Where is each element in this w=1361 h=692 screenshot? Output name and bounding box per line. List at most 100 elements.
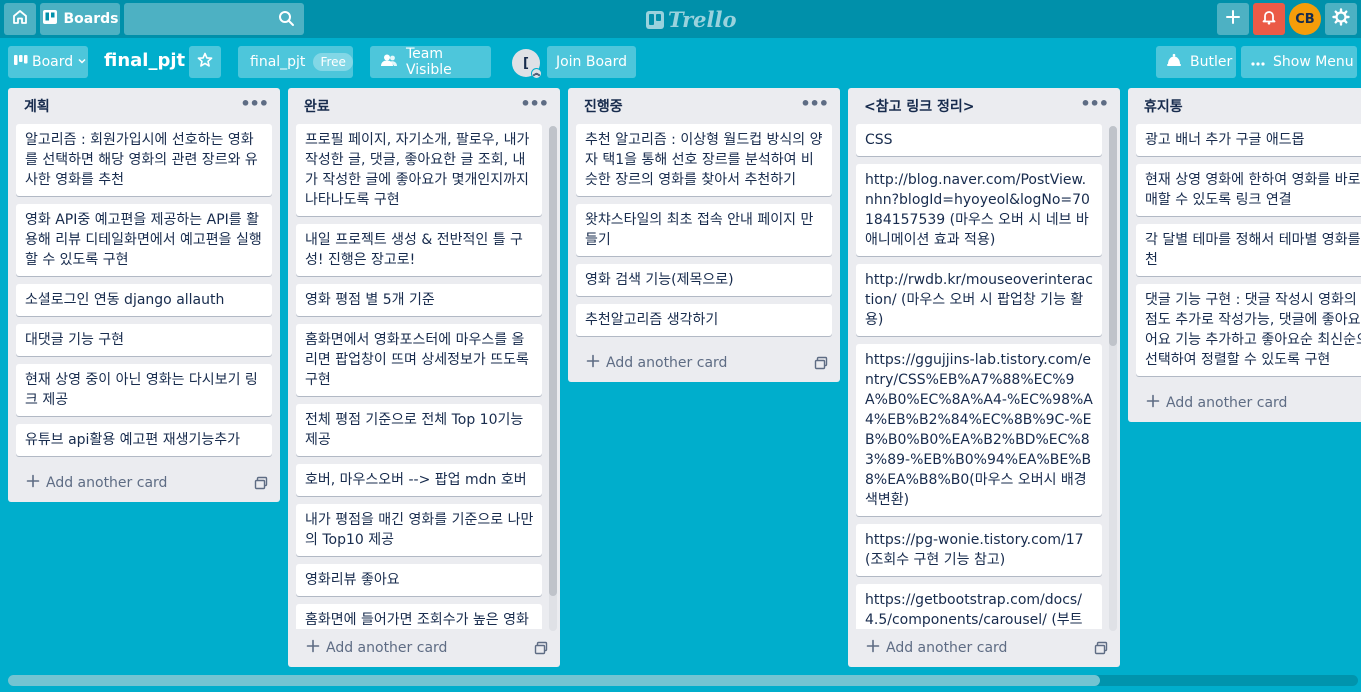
- list-header[interactable]: 진행중 •••: [568, 88, 840, 124]
- board-scrollbar[interactable]: [8, 675, 1358, 686]
- visibility-label: Team Visible: [406, 46, 452, 78]
- list-in-progress: 진행중 ••• 추천 알고리즘 : 이상형 월드컵 방식의 양자 택1을 통해 …: [568, 88, 840, 382]
- card[interactable]: CSS: [856, 124, 1102, 156]
- star-board-button[interactable]: [189, 46, 221, 78]
- butler-label: Butler: [1190, 54, 1233, 70]
- board-switcher-button[interactable]: Board: [8, 46, 88, 78]
- card[interactable]: 영화 API중 예고편을 제공하는 API를 활용해 리뷰 디테일화면에서 예고…: [16, 204, 272, 276]
- board-switcher-label: Board: [32, 54, 74, 70]
- plus-icon: [586, 354, 600, 372]
- team-button[interactable]: final_pjt Free: [238, 46, 353, 78]
- list-scrollbar-thumb[interactable]: [1109, 126, 1117, 346]
- team-visible-icon: [380, 53, 398, 71]
- card[interactable]: https://getbootstrap.com/docs/4.5/compon…: [856, 584, 1102, 629]
- team-label: final_pjt: [250, 54, 306, 70]
- card[interactable]: 홈화면에서 영화포스터에 마우스를 올리면 팝업창이 뜨며 상세정보가 뜨도록 …: [296, 324, 542, 396]
- card[interactable]: 호버, 마우스오버 --> 팝업 mdn 호버: [296, 464, 542, 496]
- card[interactable]: 현재 상영 영화에 한하여 영화를 바로 예매할 수 있도록 링크 연결: [1136, 164, 1361, 216]
- card[interactable]: 내가 평점을 매긴 영화를 기준으로 나만의 Top10 제공: [296, 504, 542, 556]
- join-board-button[interactable]: Join Board: [547, 46, 636, 78]
- list-menu-icon[interactable]: •••: [240, 94, 269, 113]
- card[interactable]: 추천 알고리즘 : 이상형 월드컵 방식의 양자 택1을 통해 선호 장르를 분…: [576, 124, 832, 196]
- home-icon: [12, 9, 28, 29]
- add-card-button[interactable]: Add another card: [1128, 384, 1361, 422]
- card-template-icon[interactable]: [1094, 641, 1108, 659]
- list-reference-links: <참고 링크 정리> ••• CSS http://blog.naver.com…: [848, 88, 1120, 667]
- list-menu-icon[interactable]: •••: [1080, 94, 1109, 113]
- plan-badge: Free: [313, 53, 353, 71]
- add-card-button[interactable]: Add another card: [288, 629, 560, 667]
- list-header[interactable]: <참고 링크 정리> •••: [848, 88, 1120, 124]
- plus-icon: [26, 474, 40, 492]
- boards-icon: [42, 9, 58, 29]
- card[interactable]: 내일 프로젝트 생성 & 전반적인 틀 구성! 진행은 장고로!: [296, 224, 542, 276]
- card[interactable]: 영화리뷰 좋아요: [296, 564, 542, 596]
- search-input[interactable]: [124, 3, 304, 35]
- card[interactable]: 전체 평점 기준으로 전체 Top 10기능 제공: [296, 404, 542, 456]
- home-button[interactable]: [4, 3, 36, 35]
- member-avatar-initial: [: [523, 55, 529, 71]
- notifications-button[interactable]: [1253, 3, 1285, 35]
- join-board-label: Join Board: [555, 54, 628, 70]
- card[interactable]: 영화 검색 기능(제목으로): [576, 264, 832, 296]
- card[interactable]: 유튜브 api활용 예고편 재생기능추가: [16, 424, 272, 456]
- card[interactable]: 영화 평점 별 5개 기준: [296, 284, 542, 316]
- list-title[interactable]: <참고 링크 정리>: [864, 99, 975, 115]
- add-card-label: Add another card: [886, 640, 1008, 656]
- card[interactable]: https://pg-wonie.tistory.com/17 (조회수 구현 …: [856, 524, 1102, 576]
- plus-icon: [1146, 394, 1160, 412]
- board-header: Board final_pjt final_pjt Free Team Visi…: [0, 46, 1361, 80]
- plus-icon: [306, 639, 320, 657]
- member-avatar[interactable]: [ ︽: [512, 49, 542, 79]
- user-avatar[interactable]: CB: [1289, 3, 1321, 35]
- list-trash: 휴지통 광고 배너 추가 구글 애드몹 현재 상영 영화에 한하여 영화를 바로…: [1128, 88, 1361, 422]
- search-icon: [278, 10, 295, 31]
- trello-logo[interactable]: Trello: [646, 7, 737, 32]
- list-title[interactable]: 계획: [24, 99, 50, 115]
- card[interactable]: 왓챠스타일의 최초 접속 안내 페이지 만들기: [576, 204, 832, 256]
- card[interactable]: 프로필 페이지, 자기소개, 팔로우, 내가 작성한 글, 댓글, 좋아요한 글…: [296, 124, 542, 216]
- list-scrollbar-thumb[interactable]: [549, 126, 557, 596]
- card[interactable]: 홈화면에 들어가면 조회수가 높은 영화: [296, 604, 542, 629]
- show-menu-button[interactable]: Show Menu: [1241, 46, 1357, 78]
- create-button[interactable]: [1217, 3, 1249, 35]
- card[interactable]: 현재 상영 중이 아닌 영화는 다시보기 링크 제공: [16, 364, 272, 416]
- card[interactable]: 각 달별 테마를 정해서 테마별 영화를 추천: [1136, 224, 1361, 276]
- card[interactable]: 소셜로그인 연동 django allauth: [16, 284, 272, 316]
- board-title[interactable]: final_pjt: [104, 50, 185, 71]
- card-template-icon[interactable]: [814, 356, 828, 374]
- plus-icon: [1225, 9, 1241, 29]
- card[interactable]: 광고 배너 추가 구글 애드몹: [1136, 124, 1361, 156]
- card[interactable]: 대댓글 기능 구현: [16, 324, 272, 356]
- card-template-icon[interactable]: [254, 476, 268, 494]
- card[interactable]: http://blog.naver.com/PostView.nhn?blogI…: [856, 164, 1102, 256]
- list-title[interactable]: 완료: [304, 99, 330, 115]
- card-template-icon[interactable]: [534, 641, 548, 659]
- board-scrollbar-thumb[interactable]: [8, 675, 1100, 686]
- add-card-button[interactable]: Add another card: [568, 344, 840, 382]
- list-header[interactable]: 휴지통: [1128, 88, 1361, 124]
- list-menu-icon[interactable]: •••: [520, 94, 549, 113]
- list-title[interactable]: 진행중: [584, 99, 623, 115]
- visibility-button[interactable]: Team Visible: [370, 46, 491, 78]
- add-card-button[interactable]: Add another card: [848, 629, 1120, 667]
- bell-icon: [1261, 9, 1277, 29]
- settings-button[interactable]: [1325, 3, 1357, 35]
- list-header[interactable]: 계획 •••: [8, 88, 280, 124]
- gear-icon: [1332, 8, 1350, 30]
- card[interactable]: 추천알고리즘 생각하기: [576, 304, 832, 336]
- list-menu-icon[interactable]: •••: [800, 94, 829, 113]
- list-title[interactable]: 휴지통: [1144, 99, 1183, 115]
- list-scrollbar[interactable]: [1109, 126, 1117, 631]
- add-card-button[interactable]: Add another card: [8, 464, 280, 502]
- trello-logo-icon: [646, 10, 664, 29]
- card[interactable]: 댓글 기능 구현 : 댓글 작성시 영화의 평점도 추가로 작성가능, 댓글에 …: [1136, 284, 1361, 376]
- more-icon: [1251, 54, 1265, 70]
- card[interactable]: 알고리즘 : 회원가입시에 선호하는 영화를 선택하면 해당 영화의 관련 장르…: [16, 124, 272, 196]
- card[interactable]: https://ggujjins-lab.tistory.com/entry/C…: [856, 344, 1102, 516]
- boards-button[interactable]: Boards: [40, 3, 120, 35]
- card[interactable]: http://rwdb.kr/mouseoverinteraction/ (마우…: [856, 264, 1102, 336]
- list-header[interactable]: 완료 •••: [288, 88, 560, 124]
- list-scrollbar[interactable]: [549, 126, 557, 631]
- butler-button[interactable]: Butler: [1156, 46, 1236, 78]
